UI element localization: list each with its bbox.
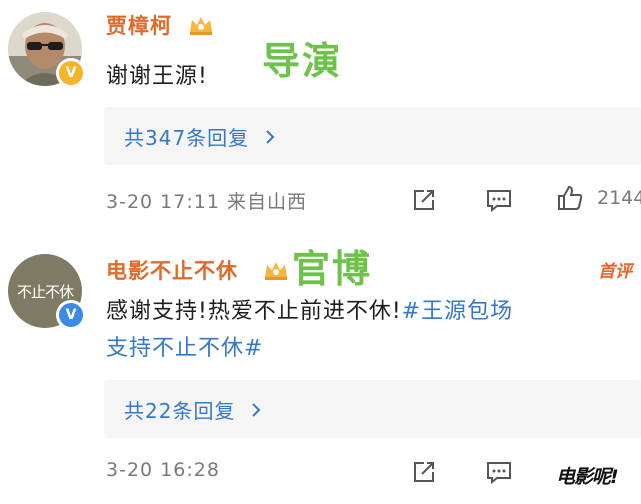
first-comment-badge: 首评	[598, 262, 632, 282]
topic-link-continued[interactable]: 支持不止不休#	[106, 330, 263, 362]
comment-text: 谢谢王源!	[106, 64, 208, 89]
crown-vip-icon	[265, 262, 287, 280]
comment-icon[interactable]	[485, 458, 513, 486]
share-icon[interactable]	[410, 458, 438, 486]
reply-count-label: 共347条回复	[124, 126, 250, 150]
view-replies-link[interactable]: 共347条回复	[124, 122, 277, 151]
verified-icon: V	[56, 58, 86, 88]
reply-count-label: 共22条回复	[124, 399, 236, 423]
username[interactable]: 贾樟柯	[106, 10, 172, 40]
like-icon[interactable]	[556, 184, 584, 212]
like-count: 2144	[597, 187, 641, 209]
comment-meta: 3-20 16:28	[106, 459, 220, 481]
username[interactable]: 电影不止不休	[106, 255, 238, 285]
avatar[interactable]: V	[8, 12, 86, 88]
crown-vip-icon	[190, 17, 212, 35]
watermark: 电影呢!	[556, 466, 619, 488]
comment-text: 感谢支持!热爱不止前进不休!#王源包场	[106, 293, 513, 325]
view-replies-link[interactable]: 共22条回复	[124, 395, 263, 424]
chevron-right-icon	[252, 402, 261, 417]
comment-icon[interactable]	[485, 186, 513, 214]
comment-body: 感谢支持!热爱不止前进不休!	[106, 299, 402, 324]
avatar[interactable]: 不止不休 V	[8, 254, 86, 330]
overlay-label: 导演	[262, 39, 343, 83]
reply-box: 共22条回复	[104, 380, 641, 438]
overlay-label: 官博	[292, 247, 373, 291]
comment-meta: 3-20 17:11 来自山西	[106, 191, 307, 213]
topic-link[interactable]: #王源包场	[402, 299, 513, 324]
comment-thread: V 贾樟柯 导演 谢谢王源! 共347条回复 3-20 17:11 来自山西 2…	[0, 0, 641, 504]
share-icon[interactable]	[410, 186, 438, 214]
chevron-right-icon	[266, 129, 275, 144]
verified-icon: V	[56, 300, 86, 330]
reply-box: 共347条回复	[104, 107, 641, 165]
